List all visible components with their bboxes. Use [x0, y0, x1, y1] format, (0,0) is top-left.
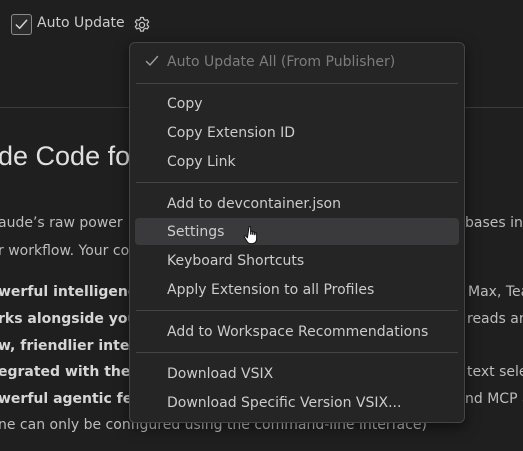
menu-item-add-to-workspace-recommendations[interactable]: Add to Workspace Recommendations: [135, 318, 459, 345]
menu-item-keyboard-shortcuts[interactable]: Keyboard Shortcuts: [135, 247, 459, 274]
gear-icon[interactable]: [132, 15, 152, 35]
menu-item-label: Download VSIX: [167, 365, 274, 382]
menu-item-download-vsix[interactable]: Download VSIX: [135, 360, 459, 387]
menu-item-label: Add to Workspace Recommendations: [167, 323, 429, 340]
menu-item-settings[interactable]: Settings: [135, 218, 459, 245]
menu-item-auto-update-all[interactable]: Auto Update All (From Publisher): [135, 48, 459, 75]
extension-context-menu: Auto Update All (From Publisher) Copy Co…: [129, 42, 465, 423]
menu-separator: [136, 83, 458, 84]
menu-item-label: Apply Extension to all Profiles: [167, 281, 375, 298]
menu-item-label: Add to devcontainer.json: [167, 195, 341, 212]
description-fragment: nd MCP a: [465, 391, 523, 407]
menu-separator: [136, 352, 458, 353]
menu-item-label: Copy Extension ID: [167, 124, 296, 141]
menu-item-label: Download Specific Version VSIX...: [167, 394, 402, 411]
description-fragment: text sele: [467, 364, 523, 380]
menu-item-copy-link[interactable]: Copy Link: [135, 148, 459, 175]
feature-line: w, friendlier interf: [0, 338, 143, 354]
description-line: r workflow. Your co: [0, 243, 130, 259]
feature-line: rks alongside you:: [0, 311, 144, 327]
description-fragment: reads and: [467, 311, 523, 327]
check-icon: [145, 55, 159, 66]
auto-update-checkbox[interactable]: [11, 14, 32, 35]
menu-item-apply-to-all-profiles[interactable]: Apply Extension to all Profiles: [135, 276, 459, 303]
menu-item-copy-extension-id[interactable]: Copy Extension ID: [135, 119, 459, 146]
check-icon: [15, 19, 28, 29]
description-fragment: Max, Team: [468, 284, 523, 300]
menu-separator: [136, 182, 458, 183]
auto-update-label[interactable]: Auto Update: [37, 15, 125, 31]
menu-item-label: Copy: [167, 95, 203, 112]
menu-separator: [136, 310, 458, 311]
menu-item-download-specific-version-vsix[interactable]: Download Specific Version VSIX...: [135, 389, 459, 416]
menu-item-label: Copy Link: [167, 153, 236, 170]
feature-line: egrated with the e: [0, 364, 145, 380]
menu-item-label: Auto Update All (From Publisher): [167, 53, 396, 70]
menu-item-add-to-devcontainer[interactable]: Add to devcontainer.json: [135, 190, 459, 217]
hand-pointer-cursor-icon: [243, 225, 258, 245]
description-line: aude’s raw power: [0, 215, 123, 231]
menu-item-label: Keyboard Shortcuts: [167, 252, 305, 269]
menu-item-label: Settings: [167, 223, 225, 240]
extension-title: de Code fo: [0, 141, 131, 171]
description-fragment: bases ins: [465, 215, 523, 231]
feature-line: werful intelligence: [0, 284, 146, 300]
menu-item-copy[interactable]: Copy: [135, 90, 459, 117]
feature-line: werful agentic feat: [0, 391, 149, 407]
